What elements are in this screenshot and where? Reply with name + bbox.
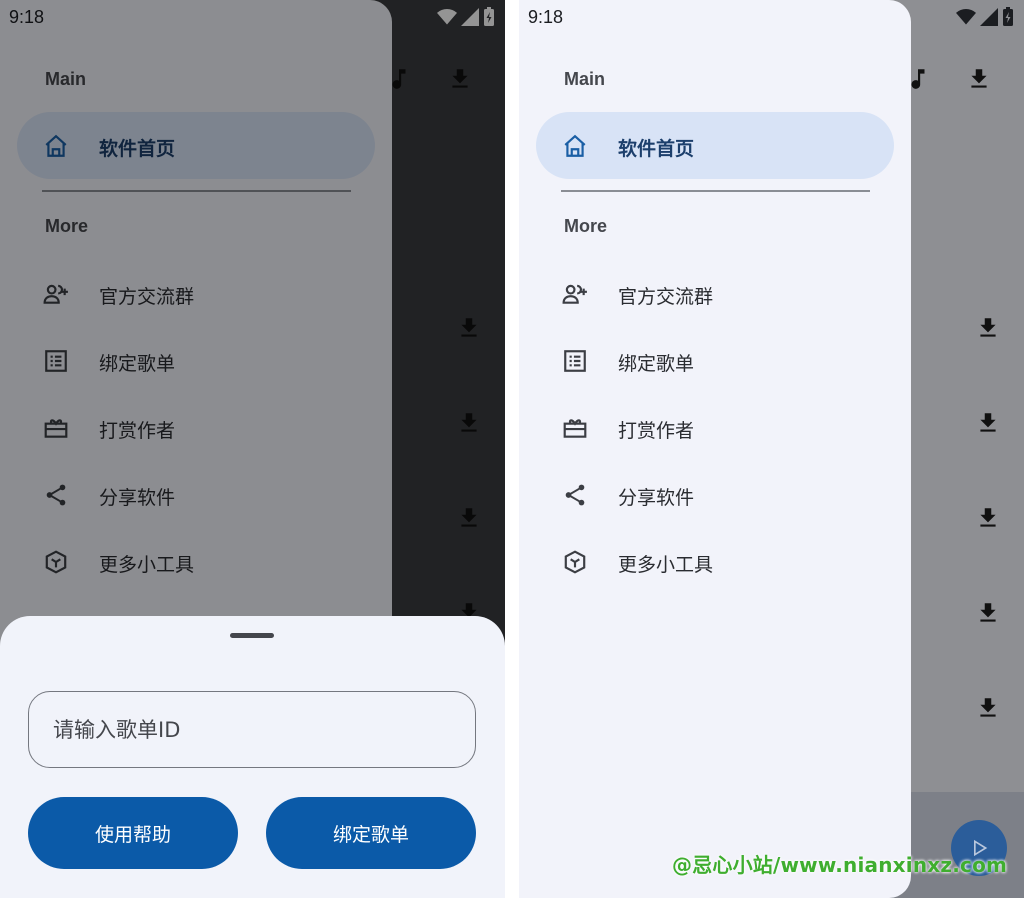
bottom-sheet: 使用帮助 绑定歌单 xyxy=(0,616,505,898)
nav-item-label: 软件首页 xyxy=(618,138,695,160)
nav-item-donate[interactable]: 打赏作者 xyxy=(536,394,894,461)
nav-item-home[interactable]: 软件首页 xyxy=(536,112,894,179)
bind-playlist-button[interactable]: 绑定歌单 xyxy=(266,797,476,869)
list-icon xyxy=(562,348,588,374)
gift-icon xyxy=(562,415,588,441)
download-icon[interactable] xyxy=(975,505,1001,531)
nav-item-group[interactable]: 官方交流群 xyxy=(536,260,894,327)
toolbox-icon xyxy=(562,549,588,575)
nav-item-label: 更多小工具 xyxy=(618,554,714,576)
nav-item-share[interactable]: 分享软件 xyxy=(536,461,894,528)
download-icon[interactable] xyxy=(975,410,1001,436)
nav-item-label: 打赏作者 xyxy=(618,420,695,442)
status-bar: 9:18 xyxy=(519,0,911,34)
nav-item-label: 官方交流群 xyxy=(618,286,714,308)
right-screen: 9:18 Main 软件首页 More 官方交流群 绑定歌单 打赏作者 分享软件… xyxy=(519,0,1024,898)
drag-handle[interactable] xyxy=(230,633,274,638)
status-time: 9:18 xyxy=(528,7,564,27)
nav-item-tools[interactable]: 更多小工具 xyxy=(536,528,894,595)
left-screen: 9:18 Main 软件首页 More 官方交流群 绑定歌单 打赏作者 分享软件… xyxy=(0,0,505,898)
download-icon[interactable] xyxy=(975,600,1001,626)
help-button[interactable]: 使用帮助 xyxy=(28,797,238,869)
share-icon xyxy=(562,482,588,508)
nav-item-label: 绑定歌单 xyxy=(618,353,695,375)
group-add-icon xyxy=(562,281,588,307)
section-title-main: Main xyxy=(564,69,606,89)
navigation-drawer: 9:18 Main 软件首页 More 官方交流群 绑定歌单 打赏作者 分享软件… xyxy=(519,0,911,898)
section-title-more: More xyxy=(564,216,608,236)
watermark: @忌心小站/www.nianxinxz.com xyxy=(672,853,1008,877)
download-icon[interactable] xyxy=(975,695,1001,721)
nav-item-label: 分享软件 xyxy=(618,487,695,509)
nav-item-bind-playlist[interactable]: 绑定歌单 xyxy=(536,327,894,394)
download-icon[interactable] xyxy=(975,315,1001,341)
home-icon xyxy=(562,133,588,159)
download-icon[interactable] xyxy=(966,66,992,92)
playlist-id-input[interactable] xyxy=(28,691,476,768)
drawer-divider xyxy=(561,190,870,192)
